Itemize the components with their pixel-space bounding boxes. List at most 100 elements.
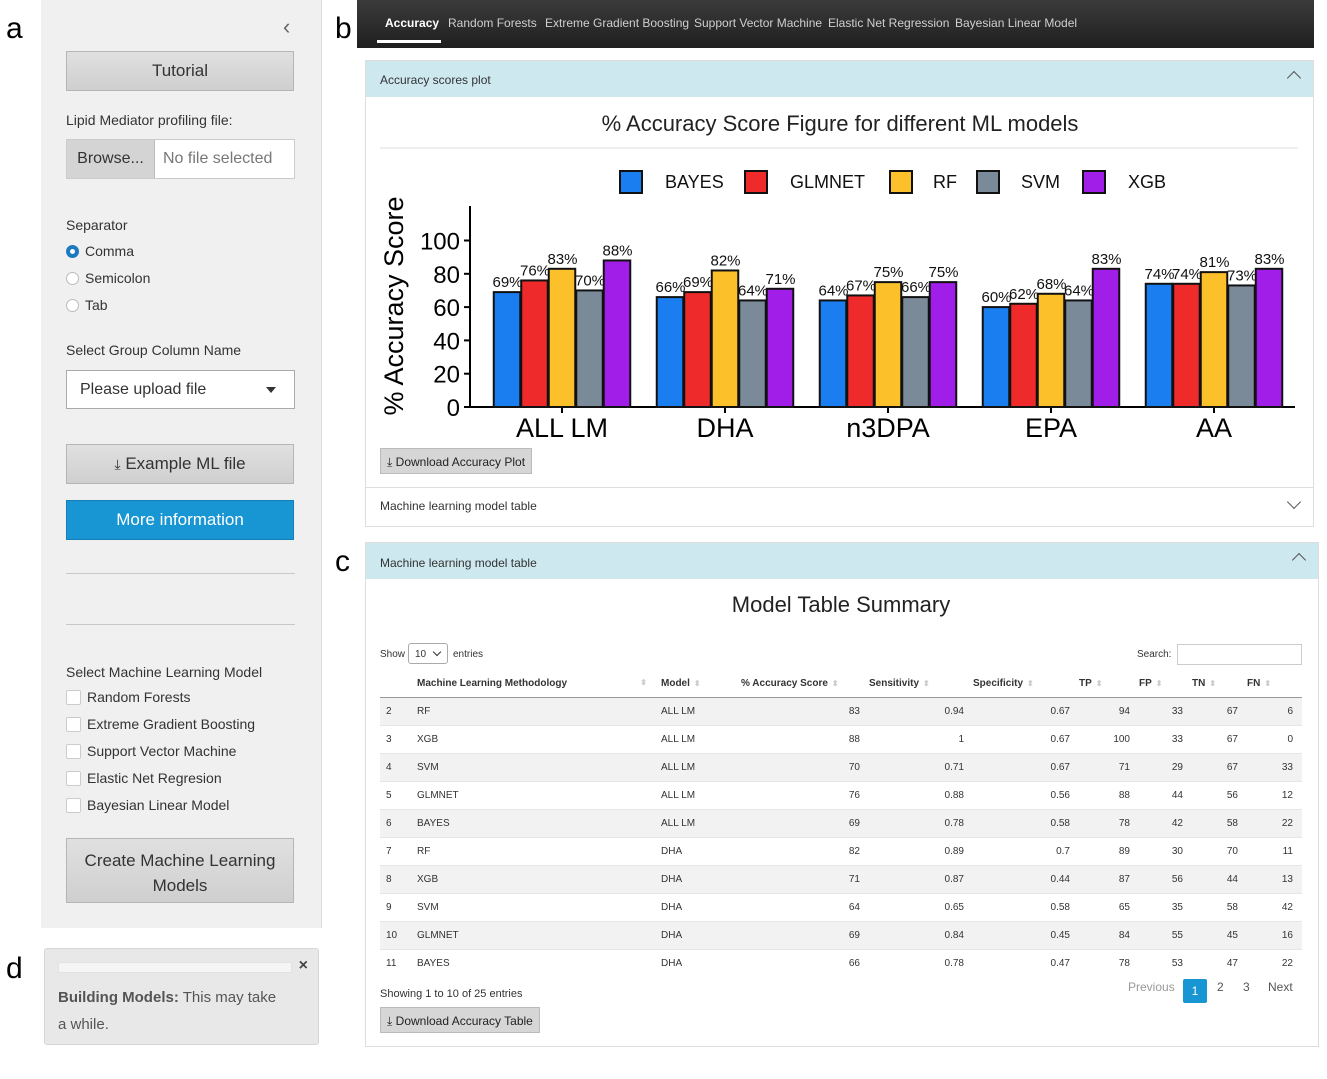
bar-value-label: 76% <box>520 262 550 279</box>
more-information-button[interactable]: More information <box>66 500 294 540</box>
checkbox-xgboost[interactable]: Extreme Gradient Boosting <box>66 716 255 732</box>
bar-value-label: 73% <box>1227 267 1257 284</box>
y-tick-label: 20 <box>433 362 460 389</box>
pagination-next[interactable]: Next <box>1268 980 1293 994</box>
col-header-sensitivity[interactable]: Sensitivity ⬍ <box>869 670 973 698</box>
download-accuracy-plot-button[interactable]: ⤓ Download Accuracy Plot <box>380 448 533 474</box>
bar <box>655 296 685 408</box>
close-icon[interactable]: × <box>299 957 308 975</box>
example-ml-file-button[interactable]: ⤓ Example ML file <box>66 444 294 484</box>
table-row: 10 GLMNET DHA 69 0.84 0.45 84 55 45 16 <box>380 921 1302 950</box>
table-cell: 0.58 <box>973 893 1079 922</box>
table-cell: 70 <box>741 753 869 782</box>
col-header-accuracy[interactable]: % Accuracy Score ⬍ <box>741 670 869 698</box>
table-cell: ALL LM <box>661 697 741 726</box>
table-row: 11 BAYES DHA 66 0.78 0.47 78 53 47 22 <box>380 949 1302 977</box>
collapse-sidebar-icon[interactable]: ‹ <box>283 14 290 40</box>
table-cell: 6 <box>380 809 417 838</box>
pagination-page-3[interactable]: 3 <box>1243 980 1250 994</box>
table-cell: XGB <box>417 865 661 894</box>
col-header-fn[interactable]: FN ⬍ <box>1247 670 1302 698</box>
expand-chevron-icon[interactable] <box>1286 494 1302 510</box>
group-column-select[interactable]: Please upload file <box>66 370 295 409</box>
bar <box>492 291 522 409</box>
accuracy-box-header[interactable]: Accuracy scores plot <box>366 61 1313 97</box>
table-cell: 82 <box>741 837 869 866</box>
search-input[interactable] <box>1177 644 1302 665</box>
col-header-tp[interactable]: TP ⬍ <box>1079 670 1139 698</box>
col-header-fp[interactable]: FP ⬍ <box>1139 670 1192 698</box>
tab-elastic-net[interactable]: Elastic Net Regression <box>828 16 949 30</box>
tab-svm[interactable]: Support Vector Machine <box>694 16 822 30</box>
tab-xgboost[interactable]: Extreme Gradient Boosting <box>545 16 689 30</box>
pagination-previous[interactable]: Previous <box>1128 980 1175 994</box>
tutorial-button[interactable]: Tutorial <box>66 51 294 91</box>
panel-letter-a: a <box>6 12 23 45</box>
table-cell: RF <box>417 837 661 866</box>
table-cell: 0.78 <box>869 949 973 977</box>
file-input-label: Lipid Mediator profiling file: <box>66 112 233 128</box>
table-row: 2 RF ALL LM 83 0.94 0.67 94 33 67 6 <box>380 697 1302 726</box>
tab-bayesian[interactable]: Bayesian Linear Model <box>955 16 1077 30</box>
col-header-label: Model <box>661 678 690 689</box>
bar-value-label: 64% <box>738 282 768 299</box>
legend-swatch <box>889 170 913 194</box>
legend-swatch <box>744 170 768 194</box>
table-cell: 55 <box>1139 921 1192 950</box>
table-cell: 12 <box>1247 781 1302 810</box>
x-tick-label: EPA <box>1025 413 1077 443</box>
legend-swatch <box>1082 170 1106 194</box>
radio-semicolon[interactable]: Semicolon <box>66 270 150 286</box>
y-tick-label: 0 <box>447 395 460 422</box>
accuracy-box-title: Accuracy scores plot <box>380 73 491 87</box>
checkbox-random-forests[interactable]: Random Forests <box>66 689 190 705</box>
entries-select[interactable]: 10 <box>408 643 448 664</box>
col-header-specificity[interactable]: Specificity ⬍ <box>973 670 1079 698</box>
bar-value-label: 83% <box>1254 251 1284 268</box>
table-cell: 58 <box>1192 809 1247 838</box>
col-header-methodology[interactable]: Machine Learning Methodology ⬍ <box>417 670 661 698</box>
checkbox-elastic-net[interactable]: Elastic Net Regresion <box>66 770 222 786</box>
bar <box>575 289 604 408</box>
legend-label: XGB <box>1128 172 1166 192</box>
table-cell: 0.71 <box>869 753 973 782</box>
collapse-chevron-icon[interactable] <box>1291 552 1307 568</box>
col-header-index[interactable] <box>380 670 417 698</box>
dropdown-caret-icon <box>266 387 276 393</box>
col-header-tn[interactable]: TN ⬍ <box>1192 670 1247 698</box>
bar <box>1064 299 1093 408</box>
tab-accuracy[interactable]: Accuracy <box>385 16 439 30</box>
checkbox-bayesian[interactable]: Bayesian Linear Model <box>66 797 229 813</box>
pagination-page-1[interactable]: 1 <box>1183 979 1207 1003</box>
table-cell: 0.45 <box>973 921 1079 950</box>
table-cell: ALL LM <box>661 725 741 754</box>
collapse-chevron-icon[interactable] <box>1286 70 1302 86</box>
table-cell: 6 <box>1247 697 1302 726</box>
radio-comma[interactable]: Comma <box>66 243 134 259</box>
file-input[interactable]: Browse... No file selected <box>66 139 295 179</box>
table-box-header[interactable]: Machine learning model table <box>366 543 1318 579</box>
table-cell: 88 <box>741 725 869 754</box>
checkbox-label: Extreme Gradient Boosting <box>87 716 256 732</box>
building-models-notification: × Building Models: This may take a while… <box>44 948 319 1045</box>
sort-icon: ⬍ <box>831 679 839 688</box>
table-cell: 0 <box>1247 725 1302 754</box>
pagination-page-2[interactable]: 2 <box>1217 980 1224 994</box>
active-tab-indicator <box>377 40 441 43</box>
table-cell: 65 <box>1079 893 1139 922</box>
radio-tab[interactable]: Tab <box>66 297 108 313</box>
download-accuracy-table-button[interactable]: ⤓ Download Accuracy Table <box>380 1007 540 1033</box>
download-icon: ⤓ <box>387 455 393 469</box>
radio-label: Comma <box>85 243 135 259</box>
table-cell: 33 <box>1139 725 1192 754</box>
create-models-button[interactable]: Create Machine Learning Models <box>66 838 294 903</box>
navbar: Accuracy Random Forests Extreme Gradient… <box>357 0 1314 48</box>
tab-random-forests[interactable]: Random Forests <box>448 16 537 30</box>
accuracy-chart: % Accuracy Score Figure for different ML… <box>379 111 1298 443</box>
col-header-model[interactable]: Model ⬍ <box>661 670 741 698</box>
checkbox-svm[interactable]: Support Vector Machine <box>66 743 236 759</box>
collapsed-table-header[interactable]: Machine learning model table <box>380 499 537 513</box>
table-row: 4 SVM ALL LM 70 0.71 0.67 71 29 67 33 <box>380 753 1302 782</box>
checkbox-icon <box>66 770 81 786</box>
browse-button[interactable]: Browse... <box>67 140 155 178</box>
